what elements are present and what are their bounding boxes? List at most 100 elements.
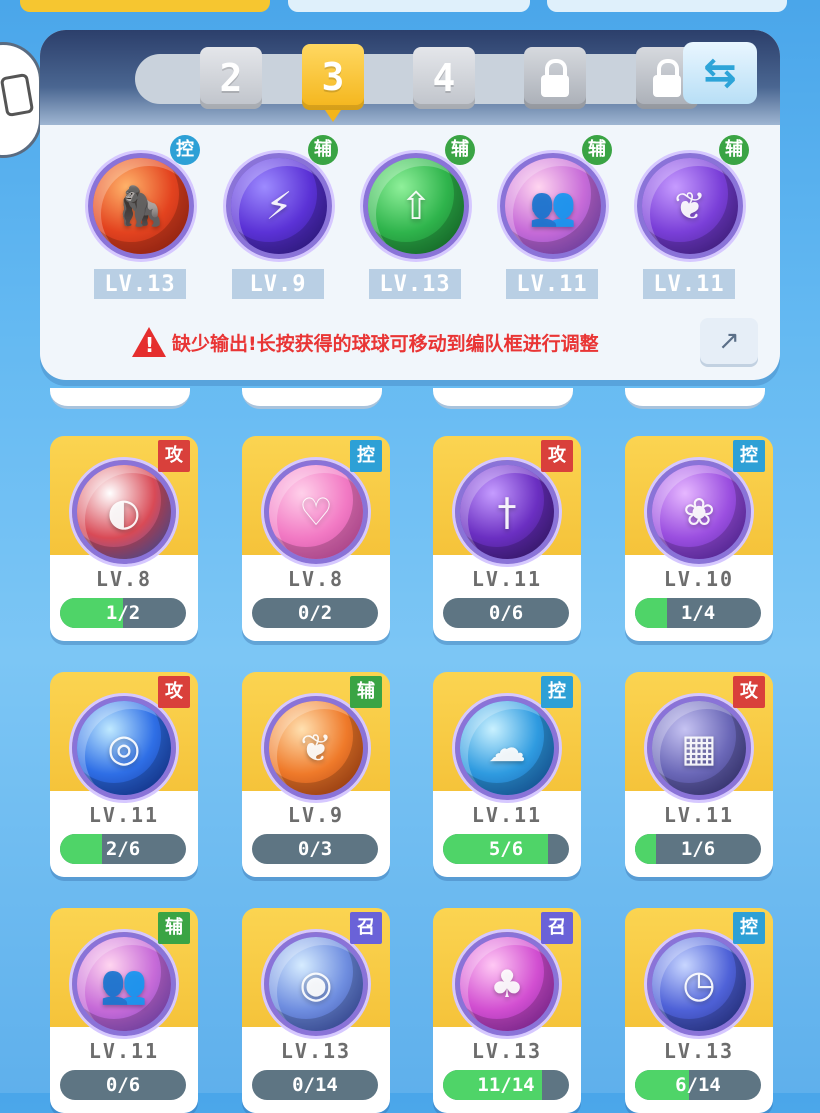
ball-card[interactable]: 👥 辅 LV.11 0/6 [50,908,198,1113]
team-slot[interactable]: 👥 辅 LV.11 [492,135,612,305]
team-slot[interactable]: ⚡ 辅 LV.9 [218,135,338,305]
shelf-divider [50,388,190,409]
level-label: LV.11 [643,269,735,299]
progress-bar: 5/6 [443,834,569,864]
orb-symbol: ♡ [298,490,334,534]
orb-symbol: ▦ [681,726,717,770]
level-label: LV.13 [94,269,186,299]
progress-bar: 0/6 [443,598,569,628]
share-icon: ↗ [718,326,740,356]
level-label: LV.11 [471,803,543,827]
ball-card[interactable]: ☁ 控 LV.11 5/6 [433,672,581,877]
tier-button-2[interactable]: 4 [413,47,475,109]
ball-card[interactable]: ❀ 控 LV.10 1/4 [625,436,773,641]
role-badge: 控 [541,676,573,708]
warning-text: 缺少输出!长按获得的球球可移动到编队框进行调整 [172,332,599,355]
top-tab-middle[interactable] [288,0,530,12]
lock-body [653,75,681,97]
level-label: LV.9 [287,803,345,827]
level-label: LV.11 [506,269,598,299]
progress-text: 1/2 [105,602,141,624]
ball-card[interactable]: † 攻 LV.11 0/6 [433,436,581,641]
progress-text: 0/14 [292,1074,338,1096]
team-slot[interactable]: 🦍 控 LV.13 [80,135,200,305]
tier-label: 3 [321,55,345,99]
level-label: LV.8 [95,567,153,591]
role-badge: 控 [733,912,765,944]
swap-button[interactable]: ⇆ [683,42,757,104]
progress-bar: 1/6 [635,834,761,864]
stone-orb-icon: ▦ [647,696,751,800]
progress-text: 1/4 [680,602,716,624]
lock-body [541,75,569,97]
ball-card[interactable]: ◉ 召 LV.13 0/14 [242,908,390,1113]
progress-bar: 0/6 [60,1070,186,1100]
ball-card[interactable]: ❦ 辅 LV.9 0/3 [242,672,390,877]
lightning-orb-icon: ⚡ [226,153,332,259]
orb-symbol: ⇧ [400,184,432,228]
ball-card[interactable]: ▦ 攻 LV.11 1/6 [625,672,773,877]
share-button[interactable]: ↗ [700,318,758,364]
tier-label: 2 [219,56,243,100]
role-badge: 辅 [308,135,338,165]
orb-symbol: ❦ [674,184,706,228]
sword-orb-icon: † [455,460,559,564]
ape-orb-icon: 🦍 [88,153,194,259]
level-label: LV.13 [280,1039,352,1063]
heart-orb-icon: ♡ [264,460,368,564]
vortex-orb-icon: ◎ [72,696,176,800]
level-label: LV.11 [663,803,735,827]
orb-symbol: ◎ [107,726,141,770]
level-label: LV.13 [663,1039,735,1063]
top-tab-right[interactable] [547,0,787,12]
ball-card[interactable]: ♡ 控 LV.8 0/2 [242,436,390,641]
progress-bar: 0/3 [252,834,378,864]
mushroom-cloud-orb-icon: ♣ [455,932,559,1036]
progress-text: 0/2 [297,602,333,624]
top-tab-left[interactable] [20,0,270,12]
orb-symbol: ◐ [107,490,141,534]
level-label: LV.13 [369,269,461,299]
crowd-orb-icon: 👥 [72,932,176,1036]
level-label: LV.11 [88,1039,160,1063]
orb-symbol: 👥 [100,962,148,1006]
level-label: LV.11 [471,567,543,591]
progress-text: 0/3 [297,838,333,860]
orb-symbol: 👥 [529,184,577,228]
orb-symbol: ◉ [299,962,333,1006]
cloud-orb-icon: ☁ [455,696,559,800]
orb-symbol: ❀ [683,490,715,534]
side-menu-button[interactable] [0,42,42,158]
ball-card[interactable]: ◷ 控 LV.13 6/14 [625,908,773,1113]
progress-bar: 0/2 [252,598,378,628]
warning-message: ! 缺少输出!长按获得的球球可移动到编队框进行调整 [132,322,692,362]
clock-orb-icon: ◷ [647,932,751,1036]
ball-card[interactable]: ◐ 攻 LV.8 1/2 [50,436,198,641]
role-badge: 控 [733,440,765,472]
role-badge: 攻 [158,440,190,472]
ball-card[interactable]: ♣ 召 LV.13 11/14 [433,908,581,1113]
tier-button-1[interactable]: 3 [302,44,364,122]
role-badge: 攻 [158,676,190,708]
shelf-divider [625,388,765,409]
role-badge: 控 [350,440,382,472]
team-slot[interactable]: ❦ 辅 LV.11 [629,135,749,305]
tier-label: 4 [432,56,456,100]
warning-icon: ! [132,327,166,357]
leaf-orb-icon: ❦ [637,153,743,259]
progress-text: 5/6 [488,838,524,860]
ball-card[interactable]: ◎ 攻 LV.11 2/6 [50,672,198,877]
progress-text: 0/6 [105,1074,141,1096]
progress-bar: 6/14 [635,1070,761,1100]
orb-symbol: ☁ [488,726,526,770]
orb-symbol: ♣ [489,962,525,1006]
role-badge: 控 [170,135,200,165]
level-label: LV.9 [232,269,324,299]
butterfly-orb-icon: ❀ [647,460,751,564]
role-badge: 攻 [733,676,765,708]
tier-button-0[interactable]: 2 [200,47,262,109]
team-slot[interactable]: ⇧ 辅 LV.13 [355,135,475,305]
level-label: LV.13 [471,1039,543,1063]
tier-locked-button[interactable] [524,47,586,109]
whirlwind-orb-icon: ◉ [264,932,368,1036]
